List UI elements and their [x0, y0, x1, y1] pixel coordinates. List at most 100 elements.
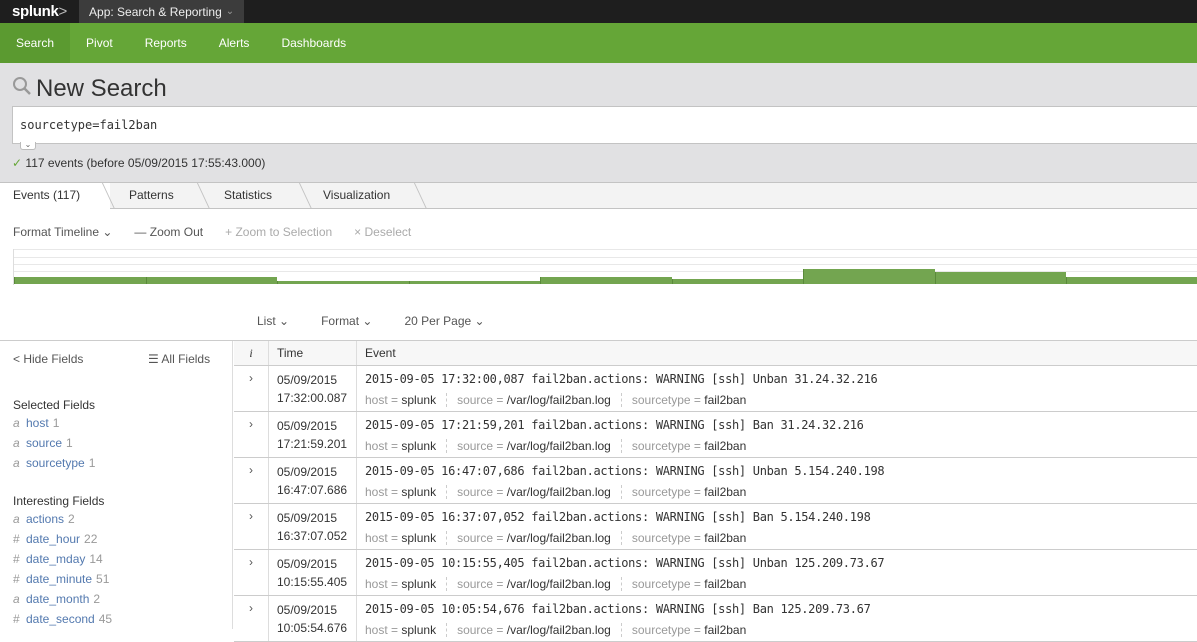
field-count: 45 — [98, 612, 113, 626]
expand-row-icon[interactable]: › — [234, 596, 269, 641]
field-date_second[interactable]: # date_second 45 — [13, 612, 112, 626]
meta-value-source[interactable]: /var/log/fail2ban.log — [507, 574, 611, 594]
event-meta: host = splunk source = /var/log/fail2ban.… — [365, 390, 877, 410]
meta-value-source[interactable]: /var/log/fail2ban.log — [507, 390, 611, 410]
event-raw: 2015-09-05 17:21:59,201 fail2ban.actions… — [365, 418, 864, 432]
all-fields-button[interactable]: ☰ All Fields — [148, 352, 210, 366]
event-clock: 16:47:07.686 — [277, 483, 348, 497]
meta-value-host[interactable]: splunk — [401, 390, 436, 410]
meta-value-source[interactable]: /var/log/fail2ban.log — [507, 620, 611, 640]
timeline-bar[interactable] — [408, 280, 541, 284]
event-raw: 2015-09-05 10:05:54,676 fail2ban.actions… — [365, 602, 871, 616]
nav-pivot[interactable]: Pivot — [70, 23, 129, 63]
timeline-bar[interactable] — [14, 277, 146, 284]
expand-search-toggle[interactable]: ⌄ — [20, 141, 36, 150]
meta-value-source[interactable]: /var/log/fail2ban.log — [507, 482, 611, 502]
time-column-header[interactable]: Time — [269, 341, 357, 365]
field-date_minute[interactable]: # date_minute 51 — [13, 572, 109, 586]
meta-value-sourcetype[interactable]: fail2ban — [704, 436, 746, 456]
format-timeline-button[interactable]: Format Timeline ⌄ — [13, 225, 112, 239]
hide-fields-button[interactable]: < Hide Fields — [13, 352, 83, 366]
app-nav: Search Pivot Reports Alerts Dashboards — [0, 23, 1197, 63]
expand-row-icon[interactable]: › — [234, 366, 269, 411]
event-meta: host = splunk source = /var/log/fail2ban.… — [365, 482, 884, 502]
zoom-to-selection-button[interactable]: + Zoom to Selection — [225, 225, 332, 239]
timeline-bar[interactable] — [540, 277, 672, 284]
nav-reports[interactable]: Reports — [129, 23, 203, 63]
meta-value-source[interactable]: /var/log/fail2ban.log — [507, 436, 611, 456]
event-clock: 16:37:07.052 — [277, 529, 348, 543]
field-date_hour[interactable]: # date_hour 22 — [13, 532, 97, 546]
tab-events[interactable]: Events (117) — [0, 183, 110, 210]
table-row: › 05/09/2015 17:32:00.087 2015-09-05 17:32:… — [234, 366, 1197, 412]
timeline-bar[interactable] — [803, 268, 935, 284]
splunk-logo[interactable]: splunk> — [0, 3, 79, 20]
meta-value-host[interactable]: splunk — [401, 528, 436, 548]
field-host[interactable]: a host 1 — [13, 416, 59, 430]
field-name: date_month — [26, 592, 90, 606]
event-cell: 2015-09-05 16:37:07,052 fail2ban.actions… — [357, 504, 871, 549]
meta-value-sourcetype[interactable]: fail2ban — [704, 528, 746, 548]
expand-row-icon[interactable]: › — [234, 504, 269, 549]
timeline-bar[interactable] — [1066, 277, 1197, 284]
zoom-out-button[interactable]: — Zoom Out — [134, 225, 203, 239]
event-timeline[interactable] — [13, 249, 1197, 285]
app-menu-label: App: Search & Reporting — [89, 4, 222, 19]
meta-key-sourcetype: sourcetype = — [631, 577, 701, 591]
meta-value-sourcetype[interactable]: fail2ban — [704, 482, 746, 502]
field-date_mday[interactable]: # date_mday 14 — [13, 552, 103, 566]
meta-separator — [620, 393, 622, 407]
timeline-bar[interactable] — [671, 279, 804, 284]
event-raw: 2015-09-05 17:32:00,087 fail2ban.actions… — [365, 372, 878, 386]
field-date_month[interactable]: a date_month 2 — [13, 592, 100, 606]
expand-row-icon[interactable]: › — [234, 550, 269, 595]
meta-value-sourcetype[interactable]: fail2ban — [704, 620, 746, 640]
list-view-dropdown[interactable]: List ⌄ — [257, 314, 289, 328]
field-count: 2 — [93, 592, 101, 606]
event-cell: 2015-09-05 17:21:59,201 fail2ban.actions… — [357, 412, 864, 457]
format-dropdown[interactable]: Format ⌄ — [321, 314, 372, 328]
meta-key-host: host = — [365, 485, 399, 499]
field-count: 51 — [96, 572, 110, 586]
meta-value-host[interactable]: splunk — [401, 574, 436, 594]
meta-value-source[interactable]: /var/log/fail2ban.log — [507, 528, 611, 548]
field-source[interactable]: a source 1 — [13, 436, 73, 450]
meta-separator — [446, 439, 448, 453]
timeline-bar[interactable] — [145, 277, 278, 284]
tab-statistics[interactable]: Statistics — [211, 183, 285, 209]
nav-search[interactable]: Search — [0, 23, 71, 63]
tab-visualization[interactable]: Visualization — [310, 183, 403, 209]
chevron-down-icon: ⌄ — [225, 6, 235, 17]
expand-row-icon[interactable]: › — [234, 458, 269, 503]
timeline-bar[interactable] — [934, 272, 1067, 284]
event-time: 05/09/2015 10:05:54.676 — [269, 596, 357, 641]
table-row: › 05/09/2015 16:37:07.052 2015-09-05 16:37:… — [234, 504, 1197, 550]
meta-separator — [446, 531, 448, 545]
meta-value-sourcetype[interactable]: fail2ban — [704, 574, 746, 594]
page-title: New Search — [12, 75, 167, 103]
meta-value-host[interactable]: splunk — [401, 482, 436, 502]
field-actions[interactable]: a actions 2 — [13, 512, 75, 526]
timeline-bar[interactable] — [277, 280, 409, 284]
event-time: 05/09/2015 16:37:07.052 — [269, 504, 357, 549]
expand-row-icon[interactable]: › — [234, 412, 269, 457]
search-input[interactable]: sourcetype=fail2ban — [12, 106, 1197, 144]
field-sourcetype[interactable]: a sourcetype 1 — [13, 456, 95, 470]
meta-separator — [620, 577, 622, 591]
field-name: date_mday — [26, 552, 86, 566]
tab-patterns[interactable]: Patterns — [116, 183, 187, 209]
result-tabs: Events (117) Patterns Statistics Visuali… — [0, 183, 1197, 210]
meta-value-sourcetype[interactable]: fail2ban — [704, 390, 746, 410]
app-menu[interactable]: App: Search & Reporting ⌄ — [79, 0, 245, 23]
table-header: i Time Event — [234, 341, 1197, 366]
nav-alerts[interactable]: Alerts — [203, 23, 266, 63]
meta-value-host[interactable]: splunk — [401, 620, 436, 640]
tab-divider — [196, 183, 211, 209]
meta-value-host[interactable]: splunk — [401, 436, 436, 456]
event-cell: 2015-09-05 17:32:00,087 fail2ban.actions… — [357, 366, 878, 411]
per-page-dropdown[interactable]: 20 Per Page ⌄ — [404, 314, 484, 328]
deselect-button[interactable]: × Deselect — [354, 225, 411, 239]
nav-dashboards[interactable]: Dashboards — [265, 23, 362, 63]
meta-separator — [446, 577, 448, 591]
field-name: date_minute — [26, 572, 93, 586]
